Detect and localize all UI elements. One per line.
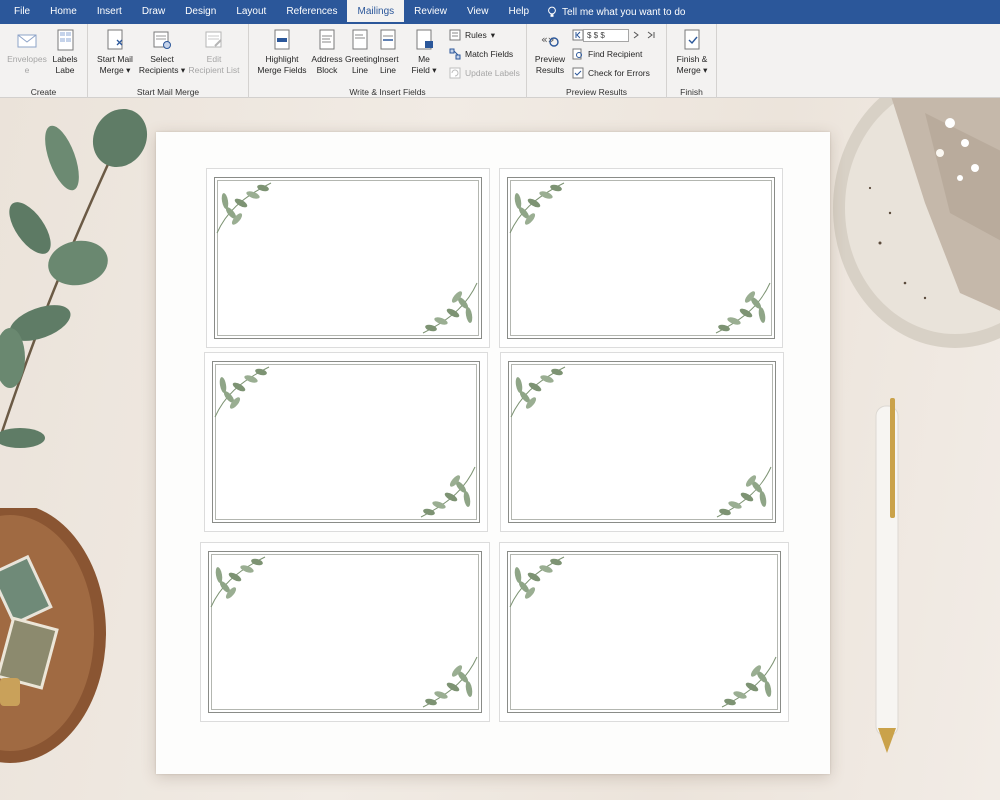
- tab-mailings[interactable]: Mailings: [347, 0, 405, 24]
- leaf-sprig-icon: [509, 556, 565, 608]
- pen-image: [875, 398, 899, 753]
- label-card[interactable]: [499, 542, 789, 722]
- next-record-icon[interactable]: [631, 29, 643, 41]
- group-label-write-insert-fields: Write & Insert Fields: [349, 87, 426, 97]
- tell-me-search[interactable]: Tell me what you want to do: [547, 6, 685, 18]
- insert-line-icon: [380, 29, 396, 50]
- ceramic-plate-image: [833, 98, 1000, 348]
- update-labels-button[interactable]: Update Labels: [449, 67, 520, 79]
- edit-recipient-list-button[interactable]: Edit Recipient List: [188, 28, 240, 76]
- label-card[interactable]: [499, 168, 783, 348]
- leaf-sprig-icon: [216, 182, 272, 234]
- match-fields-button[interactable]: Match Fields: [449, 48, 513, 60]
- find-recipient-button[interactable]: Find Recipient: [572, 48, 642, 60]
- merge-field-icon: [416, 29, 433, 50]
- greeting-line-button[interactable]: Greeting Line: [345, 28, 378, 76]
- finish-merge-button[interactable]: Finish & Merge ▾: [673, 28, 711, 76]
- record-number-box[interactable]: $ $ $: [583, 29, 629, 42]
- leaf-sprig-icon: [716, 466, 772, 518]
- label-card[interactable]: [200, 542, 490, 722]
- greeting-line-icon: [352, 29, 368, 50]
- leaf-sprig-icon: [715, 282, 771, 334]
- envelopes-button[interactable]: Envelopes e: [7, 28, 47, 76]
- address-block-icon: [319, 29, 335, 50]
- update-labels-icon: [449, 67, 461, 79]
- label-card[interactable]: [204, 352, 488, 532]
- leaf-sprig-icon: [422, 656, 478, 708]
- svg-text:«»: «»: [541, 33, 554, 46]
- labels-icon: [57, 29, 74, 51]
- leaf-sprig-icon: [509, 182, 565, 234]
- label-card[interactable]: [206, 168, 490, 348]
- rules-button[interactable]: Rules ▾: [449, 29, 495, 41]
- group-create: Envelopes e Labels Labe Create: [0, 24, 88, 98]
- leaf-sprig-icon: [721, 656, 777, 708]
- leaf-sprig-icon: [510, 366, 566, 418]
- rules-icon: [449, 29, 461, 41]
- preview-results-button[interactable]: «» Preview Results: [533, 28, 567, 76]
- tab-references[interactable]: References: [276, 0, 347, 24]
- tab-layout[interactable]: Layout: [226, 0, 276, 24]
- highlight-fields-icon: [274, 29, 290, 50]
- group-finish: Finish & Merge ▾ Finish: [667, 24, 717, 98]
- group-preview-results: «» Preview Results $ $ $ Find Recipient C…: [527, 24, 667, 98]
- label-card[interactable]: [500, 352, 784, 532]
- desk-background: [0, 98, 1000, 800]
- tab-home[interactable]: Home: [40, 0, 87, 24]
- insert-merge-field-button[interactable]: Me Field ▾: [409, 28, 439, 76]
- find-recipient-icon: [572, 48, 582, 60]
- group-start-mail-merge: Start Mail Merge ▾ Select Recipients ▾ Edi…: [88, 24, 249, 98]
- document-merge-icon: [107, 29, 123, 50]
- match-fields-icon: [449, 48, 461, 60]
- leaf-sprig-icon: [210, 556, 266, 608]
- recipients-icon: [153, 31, 171, 49]
- labels-button[interactable]: Labels Labe: [50, 28, 80, 76]
- ribbon-tab-bar: File Home Insert Draw Design Layout Refe…: [0, 0, 1000, 24]
- preview-results-icon: «»: [541, 33, 559, 47]
- group-label-preview-results: Preview Results: [566, 87, 627, 97]
- label-sheet-document[interactable]: [156, 132, 830, 774]
- check-for-errors-button[interactable]: Check for Errors: [572, 67, 650, 79]
- leaf-sprig-icon: [422, 282, 478, 334]
- check-errors-icon: [572, 67, 584, 79]
- leaf-sprig-icon: [420, 466, 476, 518]
- ribbon: Envelopes e Labels Labe Create Start Mail M…: [0, 24, 1000, 98]
- tab-review[interactable]: Review: [404, 0, 457, 24]
- start-mail-merge-button[interactable]: Start Mail Merge ▾: [94, 28, 136, 76]
- address-block-button[interactable]: Address Block: [309, 28, 345, 76]
- envelope-icon: [17, 34, 37, 48]
- highlight-merge-fields-button[interactable]: Highlight Merge Fields: [257, 28, 307, 76]
- tab-insert[interactable]: Insert: [87, 0, 132, 24]
- edit-list-icon: [205, 31, 222, 48]
- tab-draw[interactable]: Draw: [132, 0, 175, 24]
- select-recipients-button[interactable]: Select Recipients ▾: [138, 28, 186, 76]
- tell-me-text: Tell me what you want to do: [562, 6, 686, 18]
- wooden-tray-image: [0, 508, 106, 763]
- lightbulb-icon: [548, 6, 556, 17]
- eucalyptus-branch-image: [0, 108, 148, 448]
- group-label-start-mail-merge: Start Mail Merge: [136, 87, 200, 97]
- last-record-icon[interactable]: [645, 29, 657, 41]
- tab-view[interactable]: View: [457, 0, 499, 24]
- tab-design[interactable]: Design: [175, 0, 226, 24]
- insert-line-button[interactable]: Insert Line: [375, 28, 401, 76]
- finish-merge-icon: [684, 29, 700, 50]
- group-label-create: Create: [30, 87, 57, 97]
- group-write-insert-fields: Highlight Merge Fields Address Block Greet…: [249, 24, 527, 98]
- tab-help[interactable]: Help: [498, 0, 539, 24]
- group-label-finish: Finish: [680, 87, 703, 97]
- leaf-sprig-icon: [214, 366, 270, 418]
- tab-file[interactable]: File: [4, 0, 40, 24]
